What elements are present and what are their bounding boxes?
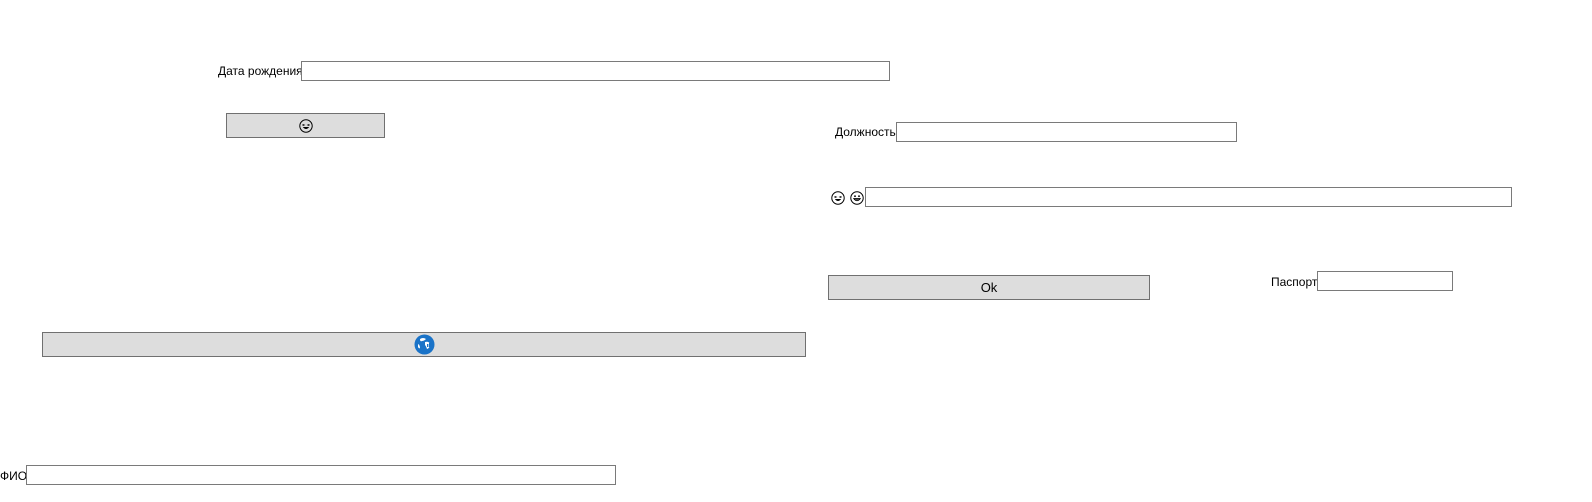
- emoji-button[interactable]: [226, 113, 385, 138]
- position-label: Должность: [835, 125, 896, 139]
- full-name-field[interactable]: [26, 465, 616, 485]
- emoji-text-field[interactable]: [865, 187, 1512, 207]
- full-name-label: ФИО: [0, 469, 28, 483]
- globe-button[interactable]: [42, 332, 806, 357]
- globe-icon: [414, 334, 435, 355]
- grinning-face-icon: [850, 191, 864, 205]
- ok-button[interactable]: Ok: [828, 275, 1150, 300]
- birth-date-label: Дата рождения: [218, 64, 303, 78]
- birth-date-field[interactable]: [301, 61, 890, 81]
- laughing-face-icon: [831, 191, 845, 205]
- laughing-face-icon: [298, 118, 313, 133]
- passport-label: Паспорт: [1271, 275, 1318, 289]
- position-field[interactable]: [896, 122, 1237, 142]
- passport-field[interactable]: [1317, 271, 1453, 291]
